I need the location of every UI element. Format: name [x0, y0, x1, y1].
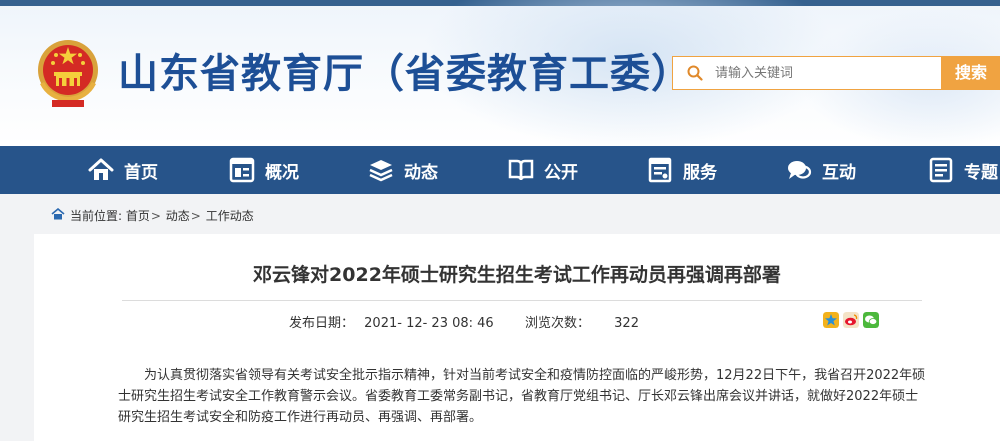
nav-label: 公开	[544, 162, 578, 183]
breadcrumb-trail: 当前位置: 首页> 动态> 工作动态	[70, 207, 254, 224]
chat-bubble-icon	[788, 161, 812, 179]
view-count-meta: 浏览次数： 322	[525, 312, 639, 331]
article-panel: 邓云锋对2022年硕士研究生招生考试工作再动员再强调再部署 发布日期： 2021…	[34, 234, 1000, 441]
breadcrumb-link-home[interactable]: 首页	[126, 209, 150, 223]
topic-icon	[929, 157, 953, 183]
open-book-icon	[508, 159, 534, 181]
nav-label: 服务	[683, 162, 717, 183]
breadcrumb: 当前位置: 首页> 动态> 工作动态	[0, 194, 1000, 234]
site-title[interactable]: 山东省教育厅（省委教育工委）	[118, 48, 692, 100]
news-stack-icon	[369, 160, 393, 182]
nav-label: 首页	[124, 162, 158, 183]
overview-icon	[229, 157, 255, 183]
view-count-label: 浏览次数：	[525, 316, 591, 331]
nav-item-topic[interactable]: 专题	[928, 146, 998, 194]
search-box[interactable]	[672, 56, 942, 90]
publish-date-value: 2021- 12- 23 08: 46	[364, 316, 494, 331]
main-nav: 首页 概况 动态 公开 服务 互动 专题	[0, 146, 1000, 194]
search-button[interactable]: 搜索	[942, 56, 1000, 90]
weibo-share-icon[interactable]	[843, 312, 859, 328]
nav-label: 互动	[822, 162, 856, 183]
nav-item-news[interactable]: 动态	[368, 146, 438, 194]
publish-date-label: 发布日期：	[289, 316, 355, 331]
breadcrumb-link-work-news[interactable]: 工作动态	[206, 209, 254, 223]
breadcrumb-home-icon	[51, 208, 65, 220]
nav-item-home[interactable]: 首页	[88, 146, 158, 194]
article-title: 邓云锋对2022年硕士研究生招生考试工作再动员再强调再部署	[253, 264, 781, 286]
nav-item-interact[interactable]: 互动	[786, 146, 856, 194]
nav-label: 专题	[964, 162, 998, 183]
article-body: 为认真贯彻落实省领导有关考试安全批示指示精神，针对当前考试安全和疫情防控面临的严…	[118, 368, 926, 425]
publish-date-meta: 发布日期： 2021- 12- 23 08: 46	[289, 312, 494, 331]
wechat-share-icon[interactable]	[863, 312, 879, 328]
home-icon	[88, 158, 114, 180]
breadcrumb-link-news[interactable]: 动态	[166, 209, 190, 223]
qzone-share-icon[interactable]	[823, 312, 839, 328]
view-count-value: 322	[614, 316, 639, 331]
nav-item-service[interactable]: 服务	[647, 146, 717, 194]
site-header: 山东省教育厅（省委教育工委） 搜索	[0, 0, 1000, 146]
nav-item-open[interactable]: 公开	[508, 146, 578, 194]
service-document-icon	[648, 157, 672, 183]
nav-item-overview[interactable]: 概况	[229, 146, 299, 194]
breadcrumb-separator: >	[190, 209, 201, 223]
nav-label: 概况	[265, 162, 299, 183]
search-icon	[687, 65, 703, 81]
nav-label: 动态	[404, 162, 438, 183]
breadcrumb-separator: >	[150, 209, 161, 223]
search-input[interactable]	[715, 61, 935, 85]
national-emblem-icon	[38, 40, 98, 107]
breadcrumb-prefix: 当前位置:	[70, 209, 123, 223]
title-divider	[122, 300, 922, 301]
